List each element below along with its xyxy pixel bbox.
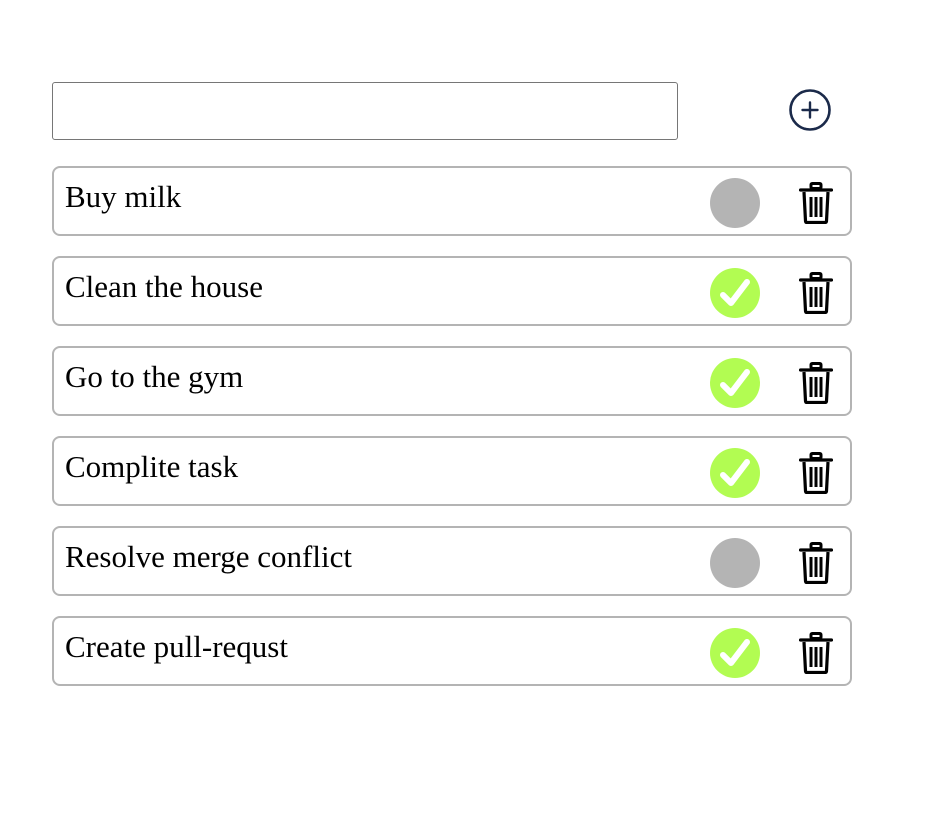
task-status-toggle[interactable] [710,268,760,318]
task-text: Resolve merge conflict [65,539,352,574]
task-item: Go to the gym [52,346,852,416]
plus-circle-icon [789,89,831,131]
task-item: Clean the house [52,256,852,326]
task-item: Create pull-requst [52,616,852,686]
trash-icon [799,362,833,404]
task-status-toggle[interactable] [710,448,760,498]
task-text: Buy milk [65,179,182,214]
task-status-toggle[interactable] [710,178,760,228]
new-task-input[interactable] [52,82,678,140]
delete-task-button[interactable] [799,452,833,494]
trash-icon [799,272,833,314]
task-text: Clean the house [65,269,264,304]
trash-icon [799,452,833,494]
check-mark-icon [720,279,750,306]
trash-icon [799,542,833,584]
task-status-toggle[interactable] [710,628,760,678]
delete-task-button[interactable] [799,272,833,314]
add-task-button[interactable] [787,87,833,133]
task-list: Buy milk Clean the house Go to the gym C… [52,166,852,706]
task-status-toggle[interactable] [710,358,760,408]
trash-icon [799,182,833,224]
trash-icon [799,632,833,674]
task-item: Buy milk [52,166,852,236]
check-mark-icon [720,369,750,396]
task-item: Resolve merge conflict [52,526,852,596]
task-status-toggle[interactable] [710,538,760,588]
delete-task-button[interactable] [799,542,833,584]
add-task-form [52,82,852,140]
task-text: Create pull-requst [65,629,288,664]
delete-task-button[interactable] [799,182,833,224]
delete-task-button[interactable] [799,632,833,674]
task-text: Go to the gym [65,359,244,394]
delete-task-button[interactable] [799,362,833,404]
check-mark-icon [720,639,750,666]
check-mark-icon [720,459,750,486]
task-text: Complite task [65,449,239,484]
task-item: Complite task [52,436,852,506]
